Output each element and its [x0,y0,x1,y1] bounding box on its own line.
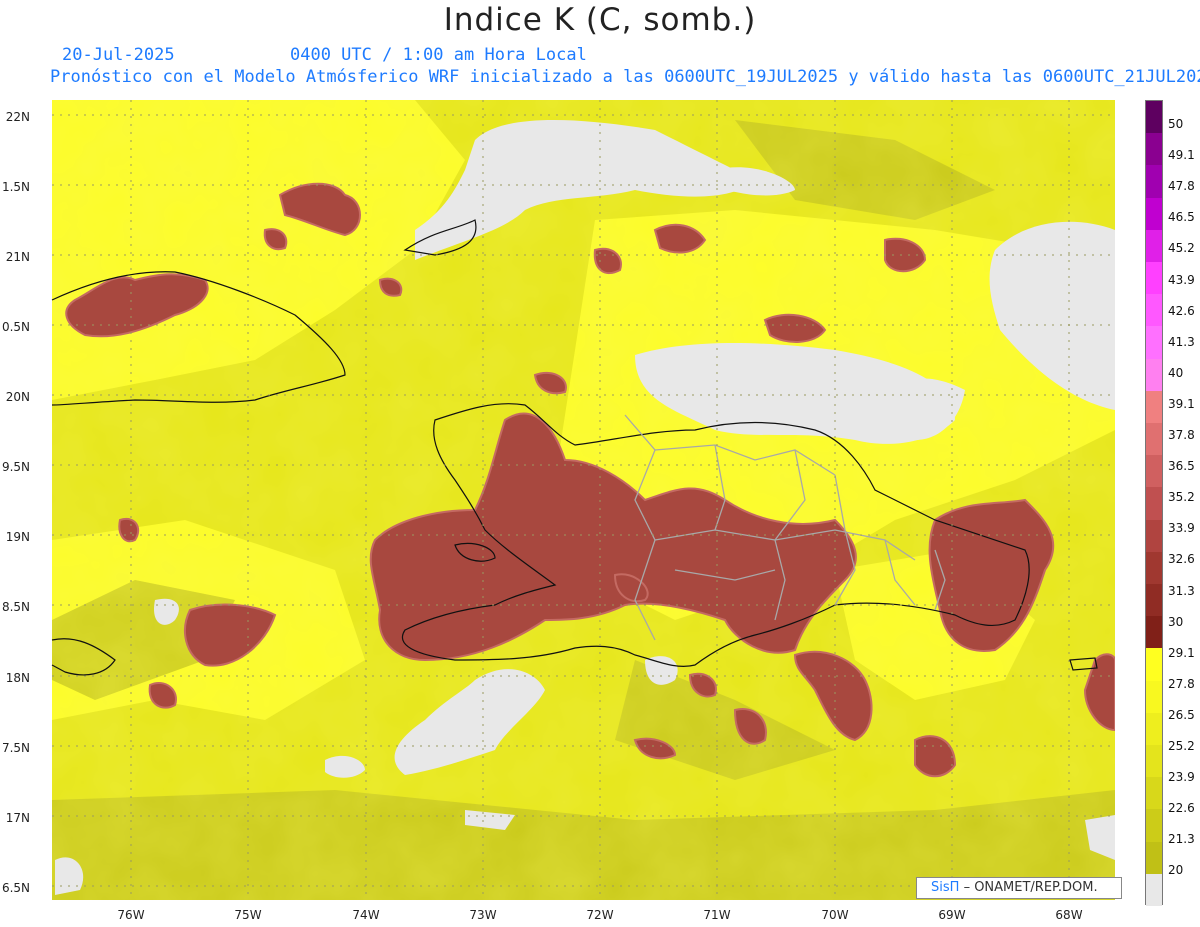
lon-label: 74W [352,908,380,922]
colorbar-label: 20 [1168,863,1184,878]
colorbar-segment [1146,873,1162,907]
map-panel [35,100,1116,900]
colorbar-label: 37.8 [1168,428,1195,442]
colorbar-segment [1146,745,1162,778]
colorbar-segment [1146,584,1162,617]
colorbar-label: 22.6 [1168,801,1195,816]
lon-label: 76W [117,908,145,922]
colorbar-label: 41.3 [1168,334,1195,349]
forecast-time: 0400 UTC / 1:00 am Hora Local [290,45,587,65]
lon-label: 71W [703,908,731,922]
colorbar-segment [1146,262,1162,295]
colorbar-label: 21.3 [1168,832,1195,847]
colorbar-segment [1146,487,1162,521]
lon-label: 75W [234,908,262,922]
credit-brand: SisΠ [931,880,960,895]
lat-label: 17N [5,811,30,825]
colorbar-label: 32.6 [1168,552,1195,567]
chart-title: Indice K (C, somb.) [443,2,757,38]
lon-label: 72W [586,908,614,922]
colorbar-segment [1146,777,1162,810]
colorbar-segment [1146,165,1162,199]
colorbar-segment [1146,680,1162,714]
lat-label: 8.5N [1,600,30,614]
colorbar-label: 27.8 [1168,676,1195,691]
colorbar-segment [1146,294,1162,327]
lat-label: 7.5N [1,741,30,755]
lat-label: 6.5N [1,881,30,895]
lat-label: 22N [5,110,30,124]
colorbar-segment [1146,358,1162,392]
colorbar-label: 31.3 [1168,583,1195,598]
forecast-description: Pronóstico con el Modelo Atmósferico WRF… [50,67,1200,87]
colorbar-segment [1146,229,1162,263]
unstable-area [118,517,140,543]
lon-label: 68W [1055,908,1083,922]
colorbar-label: 39.1 [1168,396,1195,411]
colorbar-label: 42.6 [1168,303,1195,318]
lat-label: 19N [5,530,30,544]
lon-label: 69W [938,908,966,922]
lat-label: 0.5N [1,320,30,334]
colorbar-segment [1146,455,1162,488]
colorbar-label: 43.9 [1168,272,1195,287]
colorbar-label: 26.5 [1168,707,1195,722]
colorbar-segment [1146,519,1162,553]
colorbar-label: 49.1 [1168,148,1195,163]
lat-label: 9.5N [1,460,30,474]
colorbar-label: 45.2 [1168,241,1195,256]
colorbar-segment [1146,197,1162,231]
colorbar-label: 46.5 [1168,210,1195,225]
colorbar-segment [1146,616,1162,649]
colorbar-segment [1146,326,1162,360]
credit-box: SisΠ – ONAMET/REP.DOM. [916,877,1122,899]
colorbar-label: 23.9 [1168,770,1195,785]
colorbar-label: 33.9 [1168,521,1195,536]
lat-label: 1.5N [1,180,30,194]
k-index-map [51,100,1116,900]
colorbar-label: 47.8 [1168,179,1195,194]
colorbar-label: 40 [1168,365,1184,380]
colorbar-segment [1146,133,1162,166]
colorbar-label: 50 [1168,117,1184,131]
lon-label: 70W [821,908,849,922]
colorbar-segment [1146,101,1162,134]
lat-label: 20N [5,390,30,404]
lat-label: 18N [5,671,30,685]
colorbar-segment [1146,648,1162,682]
colorbar-label: 35.2 [1168,490,1195,505]
lon-label: 73W [469,908,497,922]
colorbar-label: 25.2 [1168,739,1195,753]
colorbar-segment [1146,390,1162,424]
forecast-date: 20-Jul-2025 [62,45,175,65]
colorbar-segment [1146,809,1162,843]
credit-text: – ONAMET/REP.DOM. [963,880,1098,895]
lat-label: 21N [5,250,30,264]
colorbar-segment [1146,712,1162,746]
colorbar-segment [1146,551,1162,585]
colorbar [1145,100,1163,907]
colorbar-label: 29.1 [1168,645,1195,660]
colorbar-label: 36.5 [1168,459,1195,474]
colorbar-segment [1146,423,1162,456]
colorbar-segment [1146,841,1162,875]
colorbar-label: 30 [1168,614,1184,629]
